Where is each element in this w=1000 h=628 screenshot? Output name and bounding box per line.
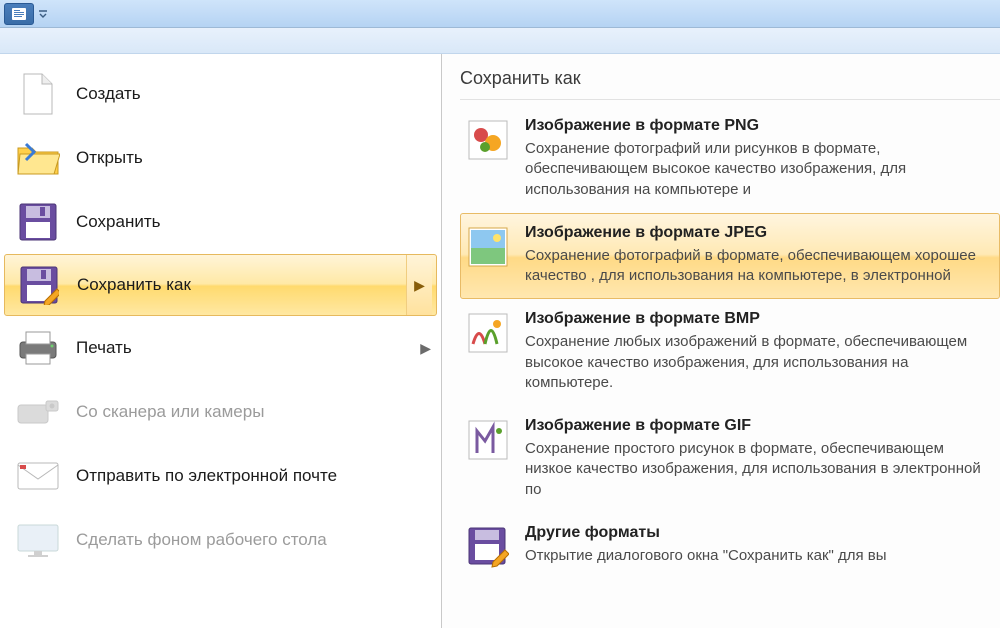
- menu-item-save[interactable]: Сохранить: [0, 190, 441, 254]
- menu-item-label: Печать: [76, 338, 132, 358]
- format-item-gif[interactable]: Изображение в формате GIF Сохранение про…: [460, 406, 1000, 513]
- quick-access-toolbar: [0, 0, 1000, 28]
- menu-item-label: Со сканера или камеры: [76, 402, 264, 422]
- format-item-title: Изображение в формате JPEG: [525, 224, 995, 242]
- png-icon: [465, 117, 511, 163]
- menu-item-label: Отправить по электронной почте: [76, 466, 337, 486]
- format-item-png[interactable]: Изображение в формате PNG Сохранение фот…: [460, 106, 1000, 213]
- format-item-other[interactable]: Другие форматы Открытие диалогового окна…: [460, 513, 1000, 583]
- menu-item-label: Сделать фоном рабочего стола: [76, 530, 327, 550]
- new-file-icon: [14, 70, 62, 118]
- format-item-desc: Сохранение фотографий или рисунков в фор…: [525, 139, 995, 200]
- submenu-arrow-icon: ▶: [420, 340, 431, 357]
- email-envelope-icon: [14, 452, 62, 500]
- bmp-icon: [465, 310, 511, 356]
- save-floppy-icon: [14, 198, 62, 246]
- menu-item-open[interactable]: Открыть: [0, 126, 441, 190]
- menu-item-label: Сохранить: [76, 212, 160, 232]
- format-item-desc: Открытие диалогового окна "Сохранить как…: [525, 546, 995, 566]
- save-as-submenu: Сохранить как Изображение в формате PNG …: [442, 54, 1000, 628]
- printer-icon: [14, 324, 62, 372]
- other-formats-icon: [465, 524, 511, 570]
- menu-item-print[interactable]: Печать ▶: [0, 316, 441, 380]
- format-item-title: Изображение в формате BMP: [525, 310, 995, 328]
- format-item-jpeg[interactable]: Изображение в формате JPEG Сохранение фо…: [460, 213, 1000, 300]
- format-item-bmp[interactable]: Изображение в формате BMP Сохранение люб…: [460, 299, 1000, 406]
- submenu-title: Сохранить как: [460, 68, 1000, 100]
- format-item-title: Изображение в формате PNG: [525, 117, 995, 135]
- scanner-icon: [14, 388, 62, 436]
- format-item-desc: Сохранение фотографий в формате, обеспеч…: [525, 246, 995, 287]
- file-menu: Создать Открыть Сохранить Сохранить как …: [0, 54, 442, 628]
- menu-item-label: Создать: [76, 84, 141, 104]
- desktop-wallpaper-icon: [14, 516, 62, 564]
- qat-dropdown-icon[interactable]: [36, 3, 50, 25]
- menu-item-scanner: Со сканера или камеры: [0, 380, 441, 444]
- submenu-arrow-icon: ▶: [406, 255, 432, 315]
- gif-icon: [465, 417, 511, 463]
- menu-item-save-as[interactable]: Сохранить как ▶: [4, 254, 437, 316]
- format-item-desc: Сохранение простого рисунок в формате, о…: [525, 439, 995, 500]
- open-folder-icon: [14, 134, 62, 182]
- menu-item-email[interactable]: Отправить по электронной почте: [0, 444, 441, 508]
- format-item-title: Другие форматы: [525, 524, 995, 542]
- menu-item-label: Открыть: [76, 148, 143, 168]
- menu-item-label: Сохранить как: [77, 275, 191, 295]
- menu-item-new[interactable]: Создать: [0, 62, 441, 126]
- menu-item-wallpaper: Сделать фоном рабочего стола: [0, 508, 441, 572]
- ribbon-strip: [0, 28, 1000, 54]
- save-as-floppy-icon: [15, 261, 63, 309]
- file-menu-button[interactable]: [4, 3, 34, 25]
- jpeg-icon: [465, 224, 511, 270]
- format-item-title: Изображение в формате GIF: [525, 417, 995, 435]
- format-item-desc: Сохранение любых изображений в формате, …: [525, 332, 995, 393]
